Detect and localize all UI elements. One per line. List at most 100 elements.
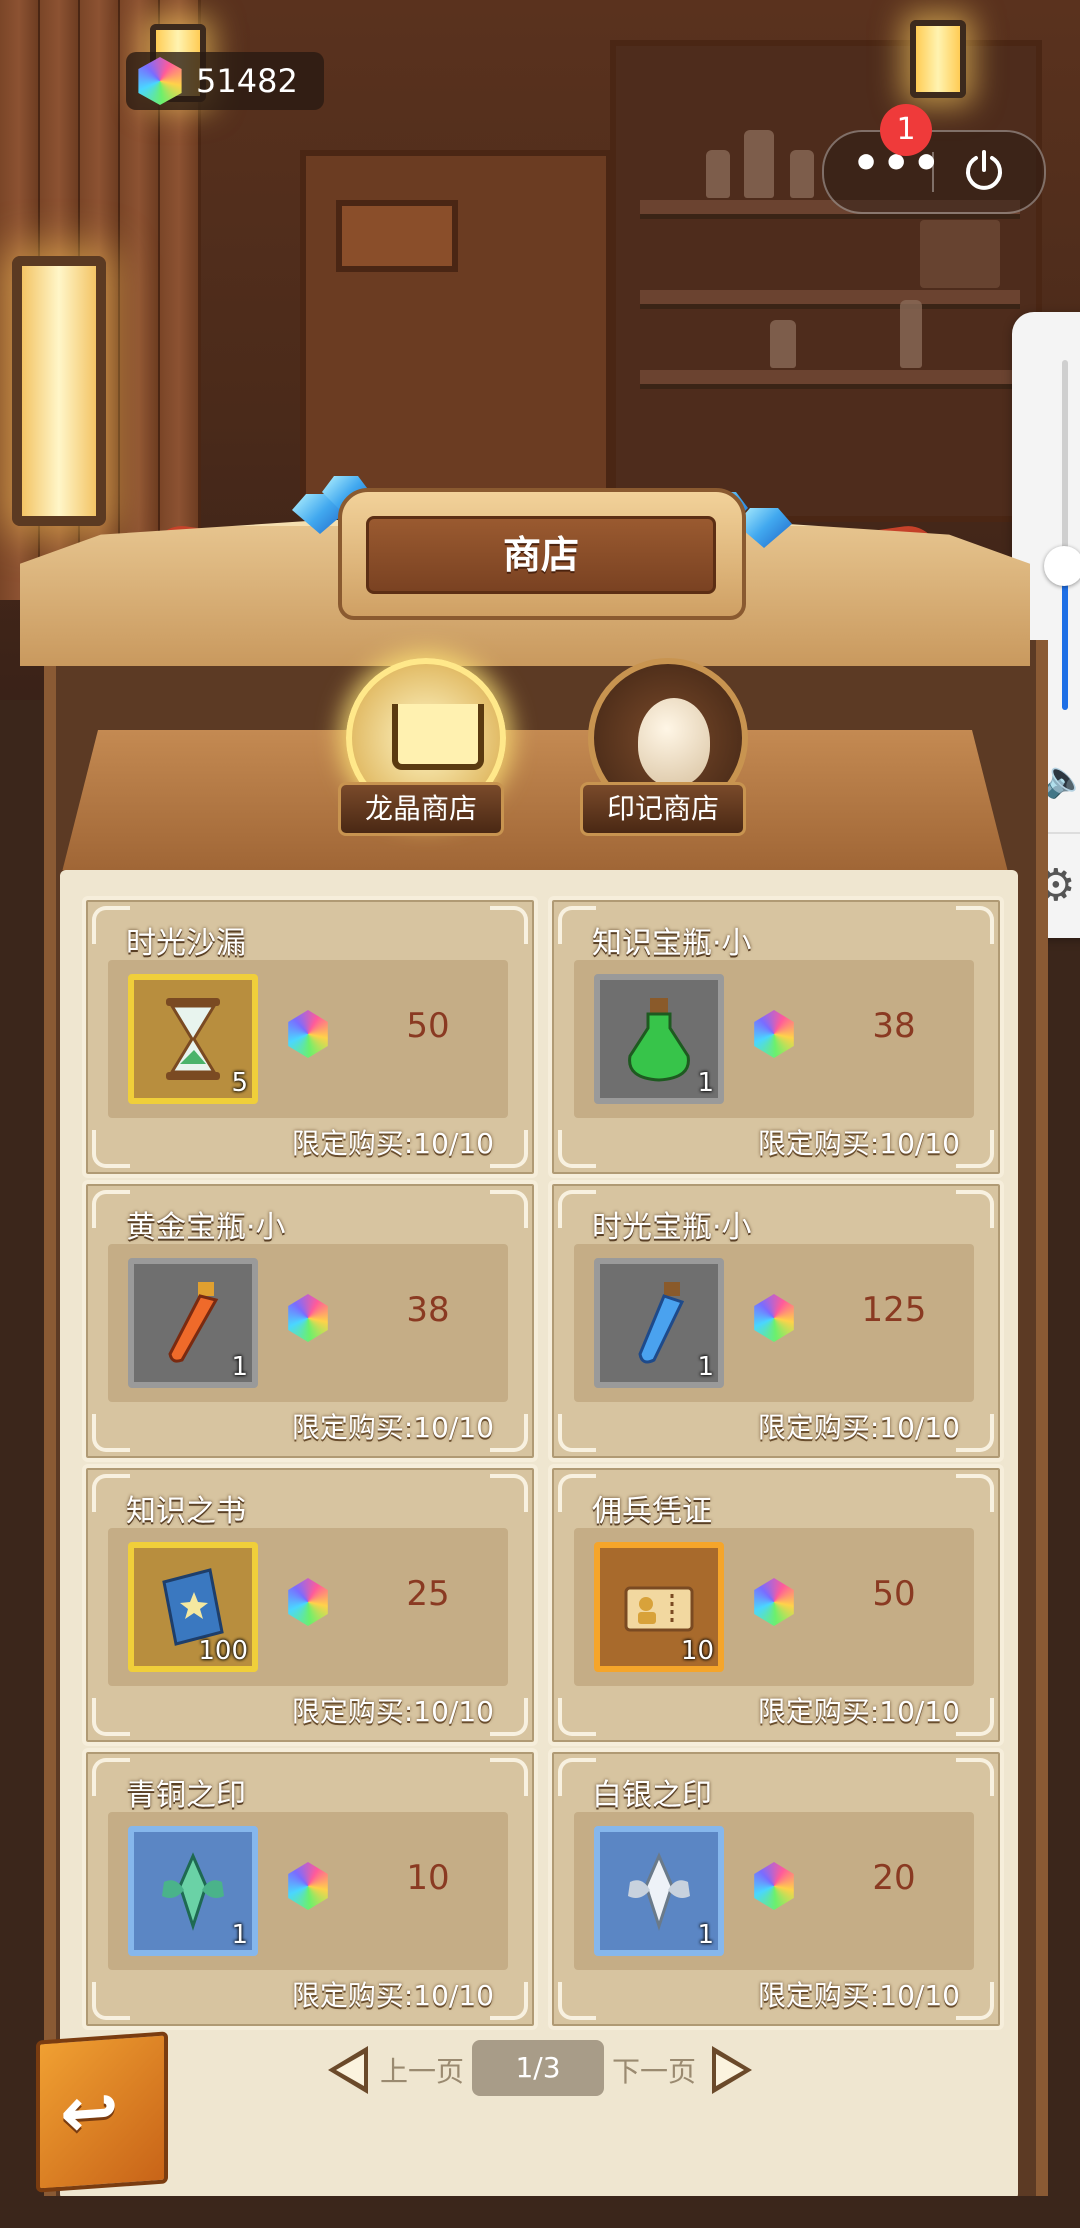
item-inner-panel: 5 50 — [108, 960, 508, 1118]
power-icon[interactable] — [960, 146, 1008, 194]
tab-label: 龙晶商店 — [338, 782, 504, 836]
item-price: 50 — [406, 1006, 450, 1046]
bottle — [770, 320, 796, 368]
back-button[interactable]: ↩ — [36, 2031, 168, 2193]
volume-slider-knob[interactable] — [1044, 546, 1080, 586]
egg-icon — [638, 698, 710, 786]
item-quantity: 1 — [231, 1920, 248, 1950]
card-corner-ornament — [956, 906, 994, 944]
next-arrow-icon[interactable] — [712, 2046, 752, 2094]
title-inner: 商店 — [366, 516, 716, 594]
bottle — [706, 150, 730, 198]
item-icon-frame[interactable]: 1 — [594, 1258, 724, 1388]
next-page-button[interactable]: 下一页 — [612, 2050, 696, 2090]
shop-item-card[interactable]: 时光沙漏 5 50 限定购买:10/10 — [82, 896, 538, 1178]
shop-title-plaque: 商店 — [338, 488, 746, 620]
page-indicator: 1/3 — [472, 2040, 604, 2096]
card-corner-ornament — [558, 1982, 596, 2020]
item-name: 时光沙漏 — [126, 926, 246, 961]
purchase-limit: 限定购买:10/10 — [291, 1979, 494, 2012]
item-inner-panel: 1 38 — [574, 960, 974, 1118]
shop-item-card[interactable]: 黄金宝瓶·小 1 38 限定购买:10/10 — [82, 1180, 538, 1462]
card-corner-ornament — [490, 1982, 528, 2020]
item-quantity: 1 — [697, 1352, 714, 1382]
item-price: 125 — [861, 1290, 927, 1330]
item-name: 佣兵凭证 — [592, 1494, 712, 1529]
item-quantity: 10 — [680, 1636, 714, 1666]
item-icon-frame[interactable]: 1 — [128, 1826, 258, 1956]
shop-item-card[interactable]: 佣兵凭证 10 50 限定购买:10/10 — [548, 1464, 1004, 1746]
tab-shelf — [60, 730, 1010, 880]
tab-label: 印记商店 — [580, 782, 746, 836]
shop-item-card[interactable]: 知识之书 100 25 限定购买:10/10 — [82, 1464, 538, 1746]
item-price: 25 — [406, 1574, 450, 1614]
card-corner-ornament — [92, 1474, 130, 1512]
item-icon-frame[interactable]: 1 — [594, 974, 724, 1104]
capsule-divider — [932, 152, 934, 192]
volume-fill — [1062, 570, 1068, 710]
rainbow-gem-icon — [288, 1578, 328, 1626]
card-corner-ornament — [558, 1474, 596, 1512]
shop-item-card[interactable]: 白银之印 1 20 限定购买:10/10 — [548, 1748, 1004, 2030]
item-price: 38 — [872, 1006, 916, 1046]
prev-arrow-icon[interactable] — [328, 2046, 368, 2094]
item-quantity: 1 — [231, 1352, 248, 1382]
item-icon-frame[interactable]: 10 — [594, 1542, 724, 1672]
item-inner-panel: 1 10 — [108, 1812, 508, 1970]
item-inner-panel: 1 125 — [574, 1244, 974, 1402]
purchase-limit: 限定购买:10/10 — [757, 1695, 960, 1728]
lamp-post — [12, 256, 106, 526]
rainbow-gem-icon — [754, 1578, 794, 1626]
item-price: 10 — [406, 1858, 450, 1898]
card-corner-ornament — [956, 1190, 994, 1228]
item-inner-panel: 100 25 — [108, 1528, 508, 1686]
item-quantity: 5 — [231, 1068, 248, 1098]
card-corner-ornament — [956, 1982, 994, 2020]
gem-counter: 51482 — [126, 52, 324, 110]
card-corner-ornament — [956, 1758, 994, 1796]
prev-page-button[interactable]: 上一页 — [380, 2050, 464, 2090]
item-price: 20 — [872, 1858, 916, 1898]
card-corner-ornament — [490, 1130, 528, 1168]
item-name: 时光宝瓶·小 — [592, 1210, 752, 1245]
mini-program-capsule: ••• — [822, 130, 1046, 214]
bottle — [900, 300, 922, 368]
item-quantity: 100 — [198, 1636, 248, 1666]
card-corner-ornament — [490, 906, 528, 944]
card-corner-ornament — [956, 1130, 994, 1168]
item-name: 白银之印 — [592, 1778, 712, 1813]
item-icon-frame[interactable]: 100 — [128, 1542, 258, 1672]
item-icon-frame[interactable]: 1 — [594, 1826, 724, 1956]
rainbow-gem-icon — [754, 1862, 794, 1910]
gem-count: 51482 — [196, 62, 298, 100]
bottle — [790, 150, 814, 198]
rainbow-gem-icon — [138, 57, 182, 105]
books — [920, 220, 1000, 288]
purchase-limit: 限定购买:10/10 — [291, 1127, 494, 1160]
item-quantity: 1 — [697, 1920, 714, 1950]
card-corner-ornament — [490, 1414, 528, 1452]
rainbow-gem-icon — [754, 1294, 794, 1342]
card-corner-ornament — [558, 1758, 596, 1796]
card-corner-ornament — [558, 1414, 596, 1452]
shop-item-card[interactable]: 时光宝瓶·小 1 125 限定购买:10/10 — [548, 1180, 1004, 1462]
shop-item-card[interactable]: 知识宝瓶·小 1 38 限定购买:10/10 — [548, 896, 1004, 1178]
hanging-lamp — [910, 20, 966, 98]
card-corner-ornament — [490, 1190, 528, 1228]
item-icon-frame[interactable]: 1 — [128, 1258, 258, 1388]
tab-dragon-crystal-shop[interactable]: 龙晶商店 — [336, 658, 506, 836]
notification-badge: 1 — [880, 104, 932, 156]
rainbow-gem-icon — [288, 1294, 328, 1342]
card-corner-ornament — [92, 1414, 130, 1452]
purchase-limit: 限定购买:10/10 — [757, 1127, 960, 1160]
item-inner-panel: 1 20 — [574, 1812, 974, 1970]
item-icon-frame[interactable]: 5 — [128, 974, 258, 1104]
tab-seal-shop[interactable]: 印记商店 — [578, 658, 748, 836]
item-name: 知识宝瓶·小 — [592, 926, 752, 961]
card-corner-ornament — [92, 1130, 130, 1168]
shop-item-card[interactable]: 青铜之印 1 10 限定购买:10/10 — [82, 1748, 538, 2030]
return-arrow-icon: ↩ — [60, 2068, 119, 2155]
purchase-limit: 限定购买:10/10 — [291, 1695, 494, 1728]
item-name: 青铜之印 — [126, 1778, 246, 1813]
cart-icon — [392, 704, 484, 770]
